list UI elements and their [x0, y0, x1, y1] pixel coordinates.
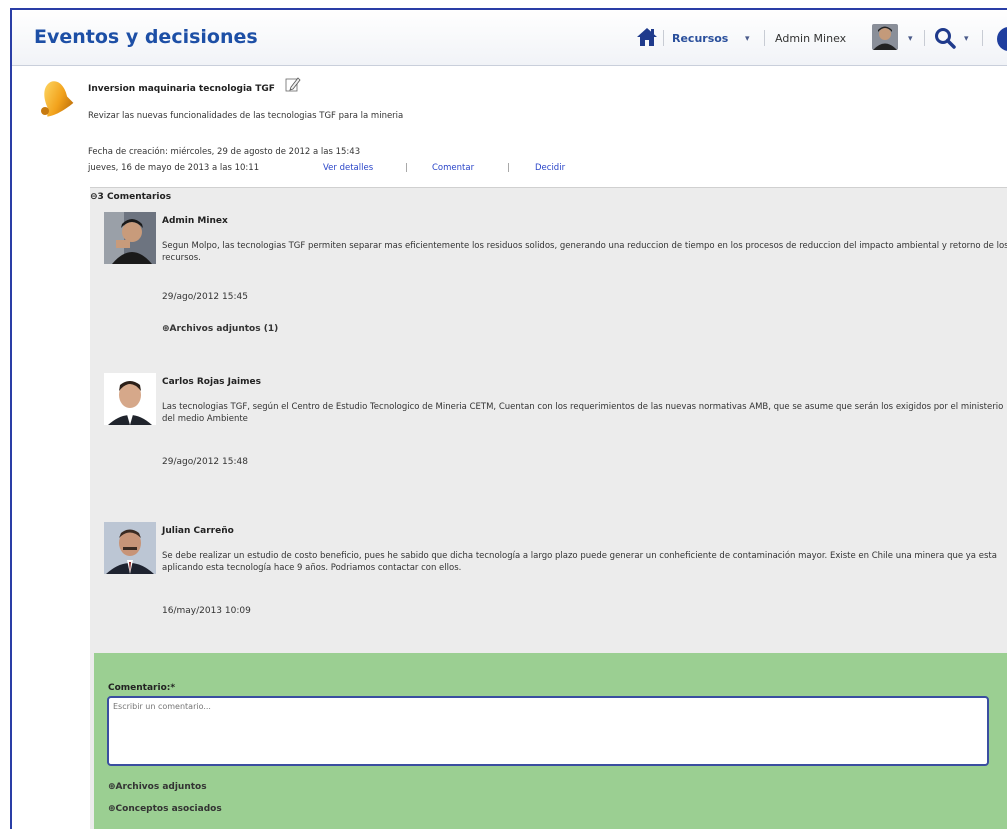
divider — [764, 30, 765, 46]
comments-section: ⊖3 Comentarios Admin Minex Segun Molpo, … — [90, 187, 1007, 829]
app-window: Eventos y decisiones Recursos ▾ Admin Mi… — [10, 8, 1007, 829]
comment-link[interactable]: Comentar — [432, 163, 474, 173]
expand-icon[interactable]: ⊕ — [162, 324, 170, 334]
resources-caret-icon[interactable]: ▾ — [745, 34, 750, 44]
comments-header[interactable]: ⊖3 Comentarios — [90, 192, 171, 202]
comment-label: Comentario:* — [108, 683, 176, 693]
comment-item: Julian Carreño Se debe realizar un estud… — [104, 522, 1007, 622]
author-photo — [104, 212, 156, 264]
view-details-link[interactable]: Ver detalles — [323, 163, 373, 173]
comment-text: Las tecnologias TGF, según el Centro de … — [162, 402, 1004, 424]
event-created-date: Fecha de creación: miércoles, 29 de agos… — [88, 147, 361, 157]
author-photo — [104, 522, 156, 574]
search-caret-icon[interactable]: ▾ — [964, 34, 969, 44]
event-date: jueves, 16 de mayo de 2013 a las 10:11 — [88, 163, 260, 173]
top-bar: Eventos y decisiones Recursos ▾ Admin Mi… — [12, 10, 1007, 66]
new-comment-form: Comentario:* ⊕Archivos adjuntos ⊕Concept… — [94, 653, 1007, 829]
comment-attachments[interactable]: ⊕Archivos adjuntos (1) — [162, 324, 278, 334]
help-icon[interactable] — [997, 27, 1007, 51]
search-icon[interactable] — [934, 27, 956, 49]
divider — [982, 30, 983, 46]
collapse-icon[interactable]: ⊖ — [90, 192, 98, 202]
bell-icon — [41, 81, 74, 117]
comments-count: 3 Comentarios — [97, 192, 172, 202]
user-avatar[interactable] — [872, 24, 898, 50]
comment-input[interactable] — [107, 696, 989, 766]
comment-author: Carlos Rojas Jaimes — [162, 377, 261, 387]
comment-text: Segun Molpo, las tecnologias TGF permite… — [162, 241, 1007, 263]
comment-item: Admin Minex Segun Molpo, las tecnologias… — [104, 212, 1007, 334]
divider — [663, 30, 664, 46]
divider — [924, 30, 925, 46]
decide-link[interactable]: Decidir — [535, 163, 565, 173]
event-description: Revizar las nuevas funcionalidades de la… — [88, 111, 404, 121]
comment-author: Admin Minex — [162, 216, 228, 226]
attachments-toggle[interactable]: ⊕Archivos adjuntos — [108, 782, 207, 792]
concepts-toggle[interactable]: ⊕Conceptos asociados — [108, 804, 222, 814]
comment-item: Carlos Rojas Jaimes Las tecnologias TGF,… — [104, 373, 1007, 473]
home-icon[interactable] — [636, 27, 658, 47]
expand-icon[interactable]: ⊕ — [108, 782, 116, 792]
comment-date: 16/may/2013 10:09 — [162, 606, 251, 616]
comment-date: 29/ago/2012 15:45 — [162, 292, 248, 302]
user-caret-icon[interactable]: ▾ — [908, 34, 913, 44]
comment-author: Julian Carreño — [162, 526, 234, 536]
event-title: Inversion maquinaria tecnologia TGF — [88, 84, 275, 94]
expand-icon[interactable]: ⊕ — [108, 804, 116, 814]
edit-icon[interactable] — [285, 76, 301, 92]
author-photo — [104, 373, 156, 425]
comment-text: Se debe realizar un estudio de costo ben… — [162, 551, 997, 573]
comment-date: 29/ago/2012 15:48 — [162, 457, 248, 467]
user-menu[interactable]: Admin Minex — [775, 32, 846, 45]
action-separator: | — [507, 163, 510, 173]
resources-menu[interactable]: Recursos — [672, 32, 728, 45]
event-detail: Inversion maquinaria tecnologia TGF Revi… — [12, 66, 1007, 829]
page-title: Eventos y decisiones — [34, 26, 258, 48]
action-separator: | — [405, 163, 408, 173]
